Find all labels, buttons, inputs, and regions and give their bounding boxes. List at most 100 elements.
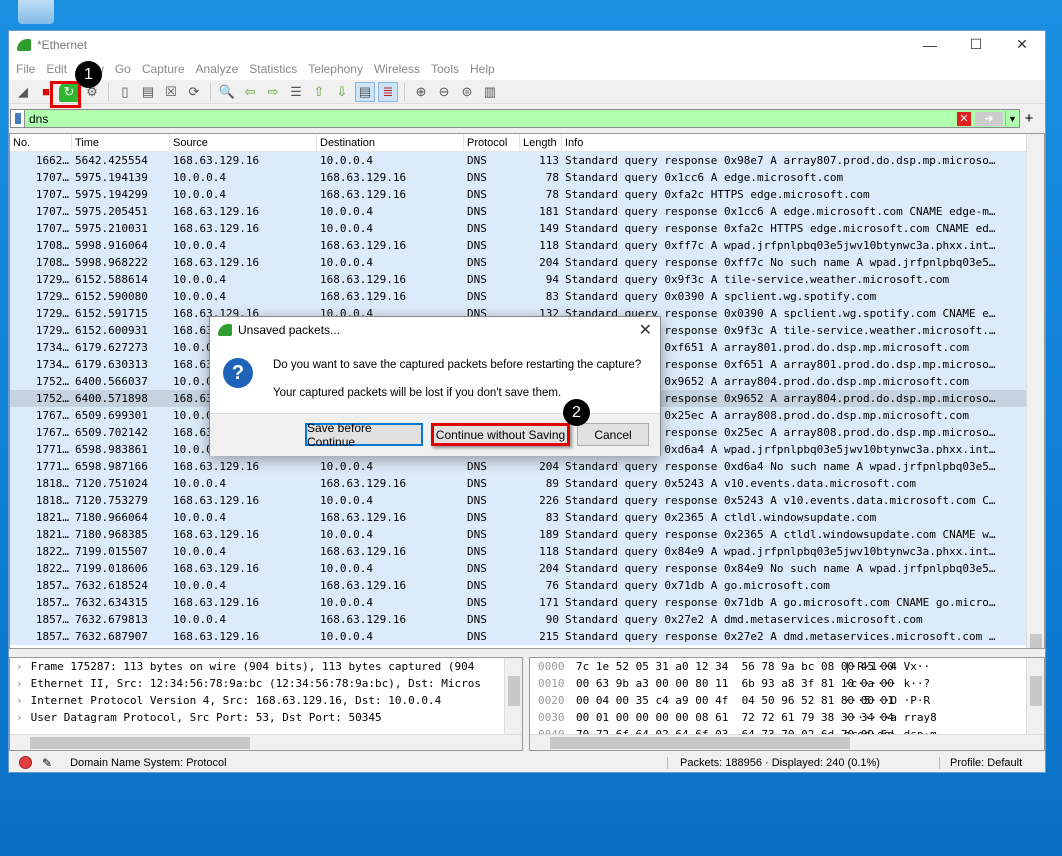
menu-bar: FileEditViewGoCaptureAnalyzeStatisticsTe… [9, 58, 1045, 80]
add-filter-button[interactable]: + [1019, 109, 1039, 128]
packet-cell-destination: 168.63.129.16 [320, 511, 407, 524]
expand-arrow-icon[interactable]: › [16, 677, 23, 690]
step-badge-2: 2 [563, 399, 590, 426]
continue-without-saving-button[interactable]: Continue without Saving [431, 423, 570, 446]
packet-cell-destination: 168.63.129.16 [320, 579, 407, 592]
packet-row[interactable]: 1729… 6152.590080 10.0.0.4 168.63.129.16 DNS… [10, 288, 1044, 305]
hex-bytes[interactable]: 00 01 00 00 00 00 08 61 72 72 61 79 38 3… [576, 709, 894, 726]
hex-bytes[interactable]: 00 04 00 35 c4 a9 00 4f 04 50 96 52 81 8… [576, 692, 894, 709]
packet-row[interactable]: 1707… 5975.194299 10.0.0.4 168.63.129.16 DNS… [10, 186, 1044, 203]
column-header-length[interactable]: Length [520, 134, 562, 151]
clear-filter-button[interactable]: ✕ [957, 111, 971, 126]
detail-tree-item[interactable]: › Frame 175287: 113 bytes on wire (904 bi… [10, 658, 522, 675]
cancel-button[interactable]: Cancel [577, 423, 649, 446]
menu-edit[interactable]: Edit [46, 62, 67, 76]
bytes-vscrollbar[interactable] [1026, 658, 1044, 736]
close-window-button[interactable]: ✕ [999, 31, 1045, 58]
packet-row[interactable]: 1857… 7632.679813 10.0.0.4 168.63.129.16 DNS… [10, 611, 1044, 628]
menu-statistics[interactable]: Statistics [249, 62, 297, 76]
colorize-icon[interactable]: ≣ [378, 81, 398, 102]
packet-row[interactable]: 1822… 7199.015507 10.0.0.4 168.63.129.16 DNS… [10, 543, 1044, 560]
close-file-icon[interactable]: ☒ [161, 82, 181, 102]
maximize-button[interactable]: ☐ [953, 31, 999, 58]
open-file-icon[interactable]: ▯ [115, 82, 135, 102]
column-header-info[interactable]: Info [562, 134, 1028, 151]
menu-file[interactable]: File [16, 62, 35, 76]
packet-row[interactable]: 1857… 7632.634315 168.63.129.16 10.0.0.4 DNS… [10, 594, 1044, 611]
expand-arrow-icon[interactable]: › [16, 711, 23, 724]
save-before-continue-button[interactable]: Save before Continue [305, 421, 423, 449]
column-header-protocol[interactable]: Protocol [464, 134, 520, 151]
packet-row[interactable]: 1822… 7199.018606 168.63.129.16 10.0.0.4 DNS… [10, 560, 1044, 577]
first-packet-icon[interactable]: ⇧ [309, 82, 329, 102]
menu-help[interactable]: Help [470, 62, 495, 76]
packet-row[interactable]: 1821… 7180.966064 10.0.0.4 168.63.129.16 DNS… [10, 509, 1044, 526]
recycle-bin-icon[interactable] [18, 0, 54, 24]
zoom-in-icon[interactable]: ⊕ [411, 82, 431, 102]
hex-ascii[interactable]: ···5···O ·P·R [844, 692, 930, 709]
minimize-button[interactable]: — [907, 31, 953, 58]
expand-arrow-icon[interactable]: › [16, 660, 23, 673]
save-file-icon[interactable]: ▤ [138, 82, 158, 102]
packet-row[interactable]: 1708… 5998.968222 168.63.129.16 10.0.0.4 DNS… [10, 254, 1044, 271]
hex-bytes[interactable]: 7c 1e 52 05 31 a0 12 34 56 78 9a bc 08 0… [576, 658, 894, 675]
packet-row[interactable]: 1818… 7120.751024 10.0.0.4 168.63.129.16 DNS… [10, 475, 1044, 492]
packet-cell-length: 94 [545, 273, 559, 286]
menu-capture[interactable]: Capture [142, 62, 185, 76]
normal-size-icon[interactable]: ⊜ [457, 82, 477, 102]
packet-row[interactable]: 1707… 5975.205451 168.63.129.16 10.0.0.4 DNS… [10, 203, 1044, 220]
column-header-time[interactable]: Time [72, 134, 170, 151]
packet-row[interactable]: 1818… 7120.753279 168.63.129.16 10.0.0.4 DNS… [10, 492, 1044, 509]
packet-row[interactable]: 1821… 7180.968385 168.63.129.16 10.0.0.4 DNS… [10, 526, 1044, 543]
packet-row[interactable]: 1857… 7632.687907 168.63.129.16 10.0.0.4 DNS… [10, 628, 1044, 645]
packet-list-scrollbar[interactable] [1026, 134, 1044, 648]
bytes-hscrollbar[interactable] [530, 734, 1044, 750]
go-to-packet-icon[interactable]: ☰ [286, 82, 306, 102]
hex-ascii[interactable]: |·R·1··4 Vx·· [844, 658, 930, 675]
packet-row[interactable]: 1662… 5642.425554 168.63.129.16 10.0.0.4 DNS… [10, 152, 1044, 169]
edit-comment-icon[interactable]: ✎ [42, 756, 52, 770]
packet-row[interactable]: 1729… 6152.588614 10.0.0.4 168.63.129.16 DNS… [10, 271, 1044, 288]
hex-ascii[interactable]: ·······a rray8 [844, 709, 937, 726]
column-header-no[interactable]: No. [10, 134, 72, 151]
detail-tree-item[interactable]: › User Datagram Protocol, Src Port: 53, D… [10, 709, 522, 726]
bookmark-icon[interactable] [11, 110, 25, 127]
column-header-source[interactable]: Source [170, 134, 317, 151]
find-packet-icon[interactable]: 🔍 [217, 82, 237, 102]
detail-tree-item[interactable]: › Ethernet II, Src: 12:34:56:78:9a:bc (12… [10, 675, 522, 692]
reload-icon[interactable]: ⟳ [184, 82, 204, 102]
menu-analyze[interactable]: Analyze [196, 62, 239, 76]
details-hscrollbar[interactable] [10, 734, 522, 750]
details-vscrollbar[interactable] [504, 658, 522, 736]
display-filter-input[interactable] [29, 111, 957, 126]
packet-row[interactable]: 1707… 5975.210031 168.63.129.16 10.0.0.4 DNS… [10, 220, 1044, 237]
detail-text: Internet Protocol Version 4, Src: 168.63… [30, 694, 442, 707]
column-header-destination[interactable]: Destination [317, 134, 464, 151]
filter-history-dropdown[interactable]: ▼ [1005, 111, 1019, 126]
packet-row[interactable]: 1708… 5998.916064 10.0.0.4 168.63.129.16 DNS… [10, 237, 1044, 254]
packet-cell-length: 113 [539, 154, 559, 167]
go-back-icon[interactable]: ⇦ [240, 82, 260, 102]
hex-ascii[interactable]: ·c······ k··? [844, 675, 930, 692]
go-forward-icon[interactable]: ⇨ [263, 82, 283, 102]
packet-row[interactable]: 1857… 7632.618524 10.0.0.4 168.63.129.16 DNS… [10, 577, 1044, 594]
packet-cell-source: 10.0.0.4 [173, 579, 226, 592]
packet-row[interactable]: 1771… 6598.987166 168.63.129.16 10.0.0.4 DNS… [10, 458, 1044, 475]
menu-tools[interactable]: Tools [431, 62, 459, 76]
zoom-out-icon[interactable]: ⊖ [434, 82, 454, 102]
dialog-close-button[interactable]: ✕ [639, 320, 652, 340]
profile-indicator[interactable]: Profile: Default [939, 756, 1022, 769]
shark-fin-start-icon[interactable]: ◢ [13, 82, 33, 102]
last-packet-icon[interactable]: ⇩ [332, 82, 352, 102]
hex-bytes[interactable]: 00 63 9b a3 00 00 80 11 6b 93 a8 3f 81 1… [576, 675, 894, 692]
expand-arrow-icon[interactable]: › [16, 694, 23, 707]
menu-wireless[interactable]: Wireless [374, 62, 420, 76]
resize-columns-icon[interactable]: ▥ [480, 82, 500, 102]
packet-row[interactable]: 1707… 5975.194139 10.0.0.4 168.63.129.16 DNS… [10, 169, 1044, 186]
detail-tree-item[interactable]: › Internet Protocol Version 4, Src: 168.6… [10, 692, 522, 709]
menu-go[interactable]: Go [115, 62, 131, 76]
autoscroll-icon[interactable]: ▤ [355, 81, 375, 102]
menu-telephony[interactable]: Telephony [308, 62, 363, 76]
apply-filter-button[interactable]: ➜ [975, 111, 1003, 126]
capture-status-icon[interactable] [19, 756, 32, 769]
